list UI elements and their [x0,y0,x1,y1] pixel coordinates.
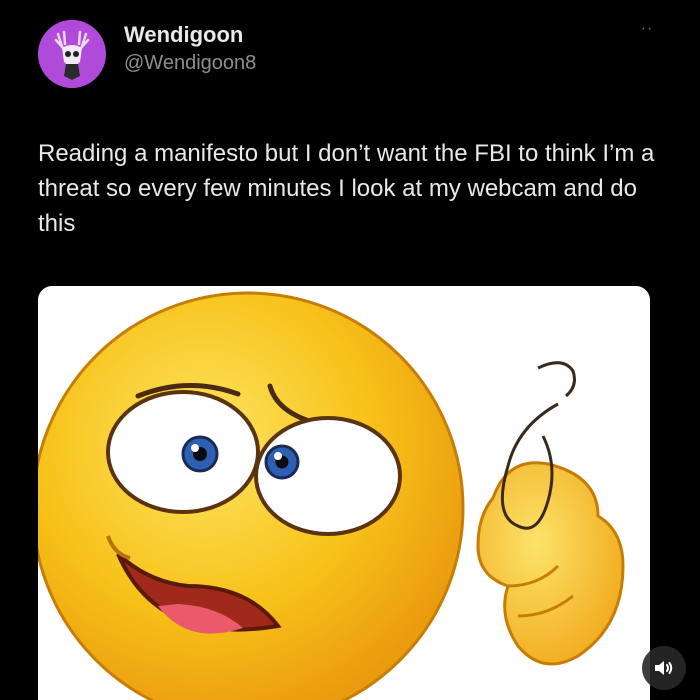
display-name[interactable]: Wendigoon [124,22,243,48]
post: Wendigoon @Wendigoon8 ·· Reading a manif… [0,0,700,700]
tweet-text: Reading a manifesto but I don’t want the… [38,140,655,237]
deer-skull-icon [38,20,106,88]
media-image[interactable] [38,286,650,700]
speaker-icon[interactable] [642,646,686,690]
avatar[interactable] [38,20,106,88]
crazy-emoji-image [38,291,625,700]
more-dots-icon[interactable]: ·· [632,20,662,44]
user-handle[interactable]: @Wendigoon8 [124,52,256,75]
